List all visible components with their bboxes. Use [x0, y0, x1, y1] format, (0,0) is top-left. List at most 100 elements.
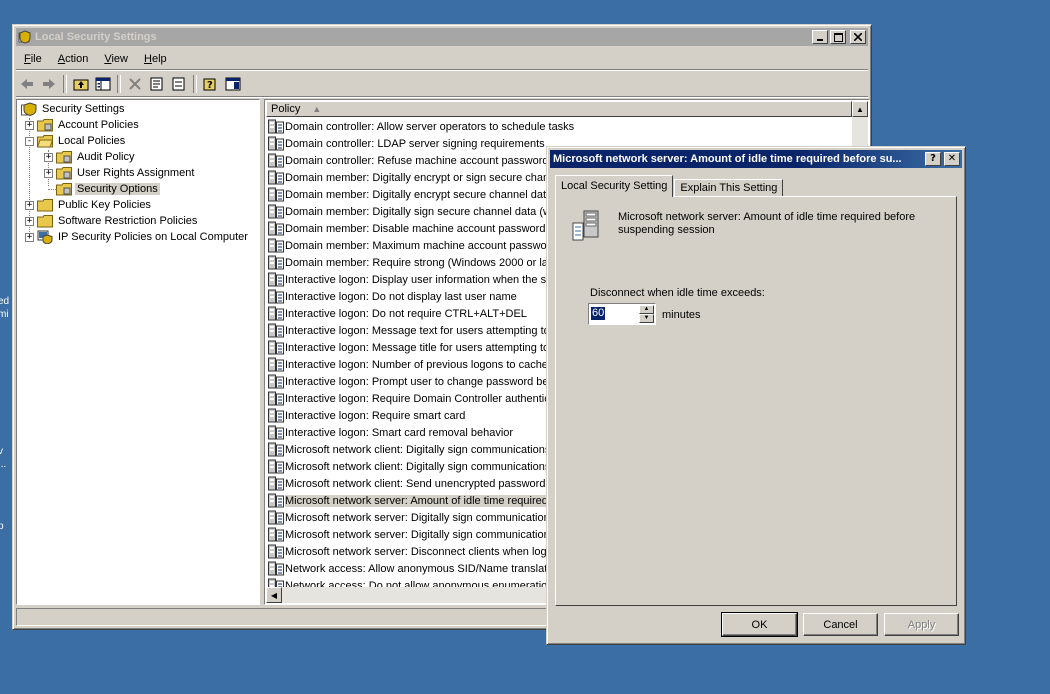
policy-icon — [268, 340, 284, 355]
expand-toggle[interactable]: + — [25, 200, 34, 210]
policy-icon — [268, 527, 284, 542]
spin-up-button[interactable]: ▲ — [639, 305, 654, 314]
policy-row[interactable]: Domain controller: LDAP server signing r… — [268, 135, 545, 152]
policy-description: Microsoft network server: Amount of idle… — [618, 211, 916, 236]
tree-item-ip-security-policies[interactable]: + IP Security Policies on Local Computer — [25, 229, 250, 245]
tree-item-user-rights-assignment[interactable]: + User Rights Assignment — [44, 165, 196, 181]
policy-name: Interactive logon: Number of previous lo… — [285, 358, 548, 371]
back-icon — [21, 79, 33, 89]
policy-row[interactable]: Interactive logon: Message text for user… — [268, 322, 583, 339]
tree-item-security-options[interactable]: Security Options — [56, 181, 160, 197]
policy-row[interactable]: Interactive logon: Number of previous lo… — [268, 356, 548, 373]
policy-row[interactable]: Domain member: Maximum machine account p… — [268, 237, 578, 254]
dialog-titlebar[interactable]: Microsoft network server: Amount of idle… — [550, 150, 962, 168]
minimize-button[interactable] — [812, 30, 828, 44]
tree-item-account-policies[interactable]: + Account Policies — [25, 117, 141, 133]
policy-row[interactable]: Interactive logon: Do not require CTRL+A… — [268, 305, 527, 322]
expand-toggle[interactable]: + — [44, 152, 53, 162]
folder-icon — [37, 199, 53, 212]
scroll-left-button[interactable]: ◀ — [266, 587, 282, 603]
column-header-policy[interactable]: Policy ▲ — [266, 101, 852, 117]
folder-icon — [56, 167, 72, 180]
show-hide-tree-button[interactable] — [92, 74, 114, 94]
policy-icon — [268, 510, 284, 525]
tree-item-public-key-policies[interactable]: + Public Key Policies — [25, 197, 153, 213]
maximize-button[interactable] — [830, 30, 846, 44]
forward-button[interactable] — [38, 74, 60, 94]
tree-item-local-policies[interactable]: - Local Policies — [25, 133, 127, 149]
policy-row[interactable]: Interactive logon: Message title for use… — [268, 339, 582, 356]
toolbar-separator — [193, 75, 197, 93]
console-button[interactable] — [222, 74, 244, 94]
policy-row[interactable]: Network access: Allow anonymous SID/Name… — [268, 560, 562, 577]
policy-icon — [268, 561, 284, 576]
policy-row[interactable]: Domain controller: Refuse machine accoun… — [268, 152, 593, 169]
tab-local-security-setting[interactable]: Local Security Setting — [555, 175, 674, 197]
tree-item-security-settings[interactable]: Security Settings — [21, 101, 127, 117]
menu-file[interactable]: File — [16, 53, 50, 65]
policy-row[interactable]: Interactive logon: Smart card removal be… — [268, 424, 513, 441]
toolbar-separator — [63, 75, 67, 93]
policy-icon — [268, 170, 284, 185]
policy-row[interactable]: Interactive logon: Require Domain Contro… — [268, 390, 574, 407]
expand-toggle[interactable]: - — [25, 136, 34, 146]
expand-toggle[interactable]: + — [25, 216, 34, 226]
policy-document-icon — [572, 210, 599, 241]
arrow-up-icon: ▲ — [643, 306, 650, 312]
policy-name: Domain member: Disable machine account p… — [285, 222, 591, 235]
up-one-level-button[interactable] — [70, 74, 92, 94]
policy-icon — [268, 357, 284, 372]
expand-toggle[interactable]: + — [25, 120, 34, 130]
help-button[interactable]: ? — [200, 74, 222, 94]
arrow-left-icon: ◀ — [270, 590, 278, 600]
policy-icon — [268, 391, 284, 406]
policy-row[interactable]: Domain controller: Allow server operator… — [268, 118, 574, 135]
menu-action[interactable]: Action — [50, 53, 97, 65]
ok-button[interactable]: OK — [721, 612, 798, 637]
folder-icon — [37, 215, 53, 228]
policy-row[interactable]: Domain member: Disable machine account p… — [268, 220, 590, 237]
export-list-button[interactable] — [168, 74, 190, 94]
minimize-icon — [817, 39, 823, 41]
dialog-title: Microsoft network server: Amount of idle… — [553, 153, 902, 165]
tree-item-label: Local Policies — [58, 135, 126, 147]
policy-name: Domain controller: Allow server operator… — [285, 120, 575, 133]
apply-button[interactable]: Apply — [884, 613, 959, 636]
policy-icon — [268, 493, 284, 508]
idle-time-value[interactable]: 60 — [591, 307, 606, 320]
toolbar-separator — [117, 75, 121, 93]
expand-toggle[interactable]: + — [44, 168, 53, 178]
properties-button[interactable] — [146, 74, 168, 94]
policy-row[interactable]: Interactive logon: Do not display last u… — [268, 288, 517, 305]
window-title: Local Security Settings — [35, 31, 157, 43]
policy-icon — [268, 119, 284, 134]
policy-row[interactable]: Interactive logon: Require smart card — [268, 407, 465, 424]
folder-icon — [56, 183, 72, 196]
cancel-button[interactable]: Cancel — [803, 613, 878, 636]
policy-icon — [268, 323, 284, 338]
dialog-help-button[interactable]: ? — [925, 152, 941, 166]
menu-view[interactable]: View — [96, 53, 136, 65]
scroll-up-button[interactable]: ▲ — [852, 101, 868, 117]
desktop-fragment: p — [0, 521, 4, 532]
spin-down-button[interactable]: ▼ — [639, 314, 654, 323]
show-hide-tree-icon — [95, 77, 111, 91]
help-icon: ? — [930, 153, 936, 164]
tree-item-label: IP Security Policies on Local Computer — [58, 231, 248, 243]
tree-pane[interactable]: Security Settings + Account Policies - L… — [16, 99, 260, 605]
expand-toggle[interactable]: + — [25, 232, 34, 242]
menu-help[interactable]: Help — [136, 53, 175, 65]
tree-item-audit-policy[interactable]: + Audit Policy — [44, 149, 136, 165]
close-button[interactable] — [850, 30, 866, 44]
tab-explain-this-setting[interactable]: Explain This Setting — [674, 179, 784, 197]
security-settings-icon — [18, 30, 31, 44]
dialog-close-button[interactable]: ✕ — [944, 152, 960, 166]
idle-time-spinner[interactable]: 60 ▲ ▼ — [588, 303, 656, 325]
tree-item-label: Account Policies — [58, 119, 139, 131]
window-titlebar[interactable]: Local Security Settings — [16, 28, 868, 46]
policy-icon — [268, 289, 284, 304]
close-icon: ✕ — [947, 153, 957, 164]
tree-item-software-restriction-policies[interactable]: + Software Restriction Policies — [25, 213, 199, 229]
delete-button[interactable] — [124, 74, 146, 94]
back-button[interactable] — [16, 74, 38, 94]
